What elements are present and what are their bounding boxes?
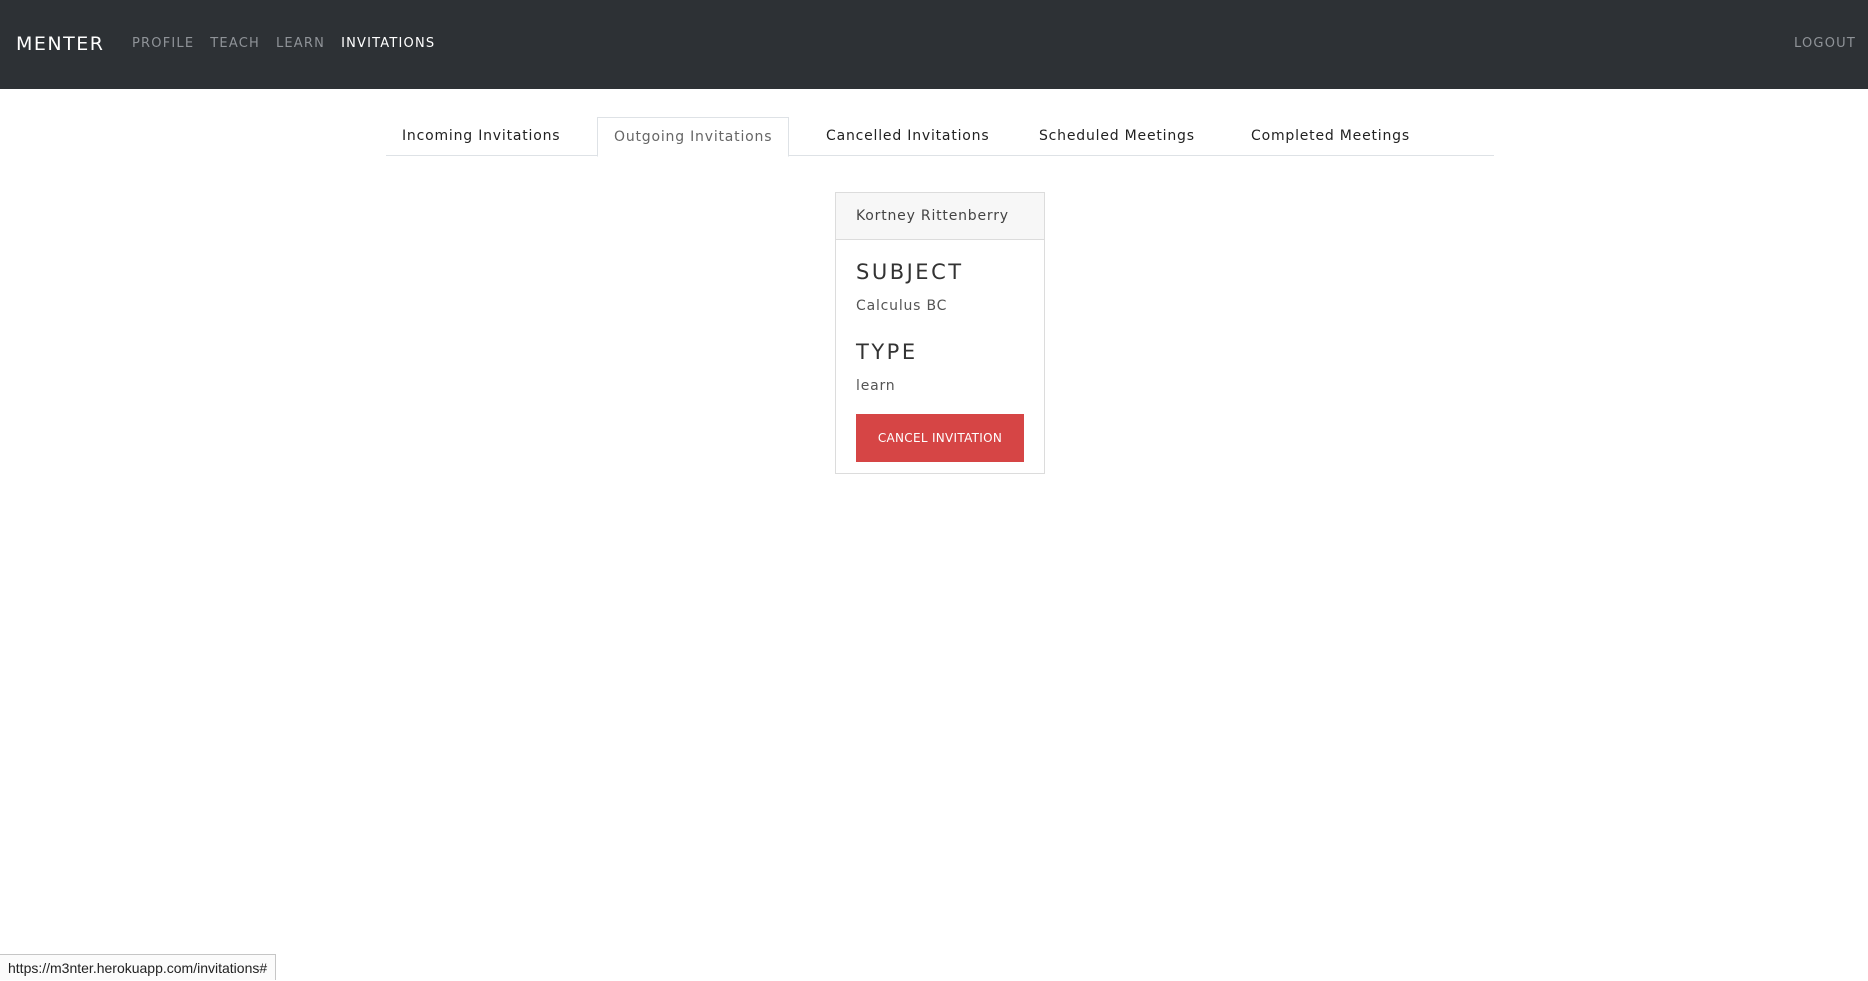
type-heading: TYPE bbox=[856, 338, 1024, 366]
status-bar-url: https://m3nter.herokuapp.com/invitations… bbox=[0, 954, 276, 980]
tab-completed-meetings[interactable]: Completed Meetings bbox=[1235, 117, 1426, 156]
tab-incoming-invitations[interactable]: Incoming Invitations bbox=[386, 117, 576, 156]
invitation-card: Kortney Rittenberry SUBJECT Calculus BC … bbox=[835, 192, 1045, 474]
invitee-name: Kortney Rittenberry bbox=[836, 193, 1044, 240]
subject-value: Calculus BC bbox=[856, 296, 1024, 316]
brand-logo[interactable]: MENTER bbox=[16, 32, 104, 56]
nav-links: PROFILE TEACH LEARN INVITATIONS bbox=[132, 36, 451, 52]
tab-scheduled-meetings[interactable]: Scheduled Meetings bbox=[1023, 117, 1211, 156]
nav-link-learn[interactable]: LEARN bbox=[276, 36, 325, 52]
invitation-tabs: Incoming Invitations Outgoing Invitation… bbox=[386, 117, 1494, 156]
card-body: SUBJECT Calculus BC TYPE learn CANCEL IN… bbox=[836, 240, 1044, 462]
top-navbar: MENTER PROFILE TEACH LEARN INVITATIONS L… bbox=[0, 0, 1868, 89]
nav-link-profile[interactable]: PROFILE bbox=[132, 36, 194, 52]
cancel-invitation-button[interactable]: CANCEL INVITATION bbox=[856, 414, 1024, 462]
nav-link-teach[interactable]: TEACH bbox=[210, 36, 260, 52]
tab-cancelled-invitations[interactable]: Cancelled Invitations bbox=[810, 117, 1005, 156]
type-value: learn bbox=[856, 376, 1024, 396]
subject-heading: SUBJECT bbox=[856, 258, 1024, 286]
tab-outgoing-invitations[interactable]: Outgoing Invitations bbox=[597, 117, 789, 157]
logout-link[interactable]: LOGOUT bbox=[1794, 36, 1856, 52]
nav-link-invitations[interactable]: INVITATIONS bbox=[341, 36, 435, 52]
